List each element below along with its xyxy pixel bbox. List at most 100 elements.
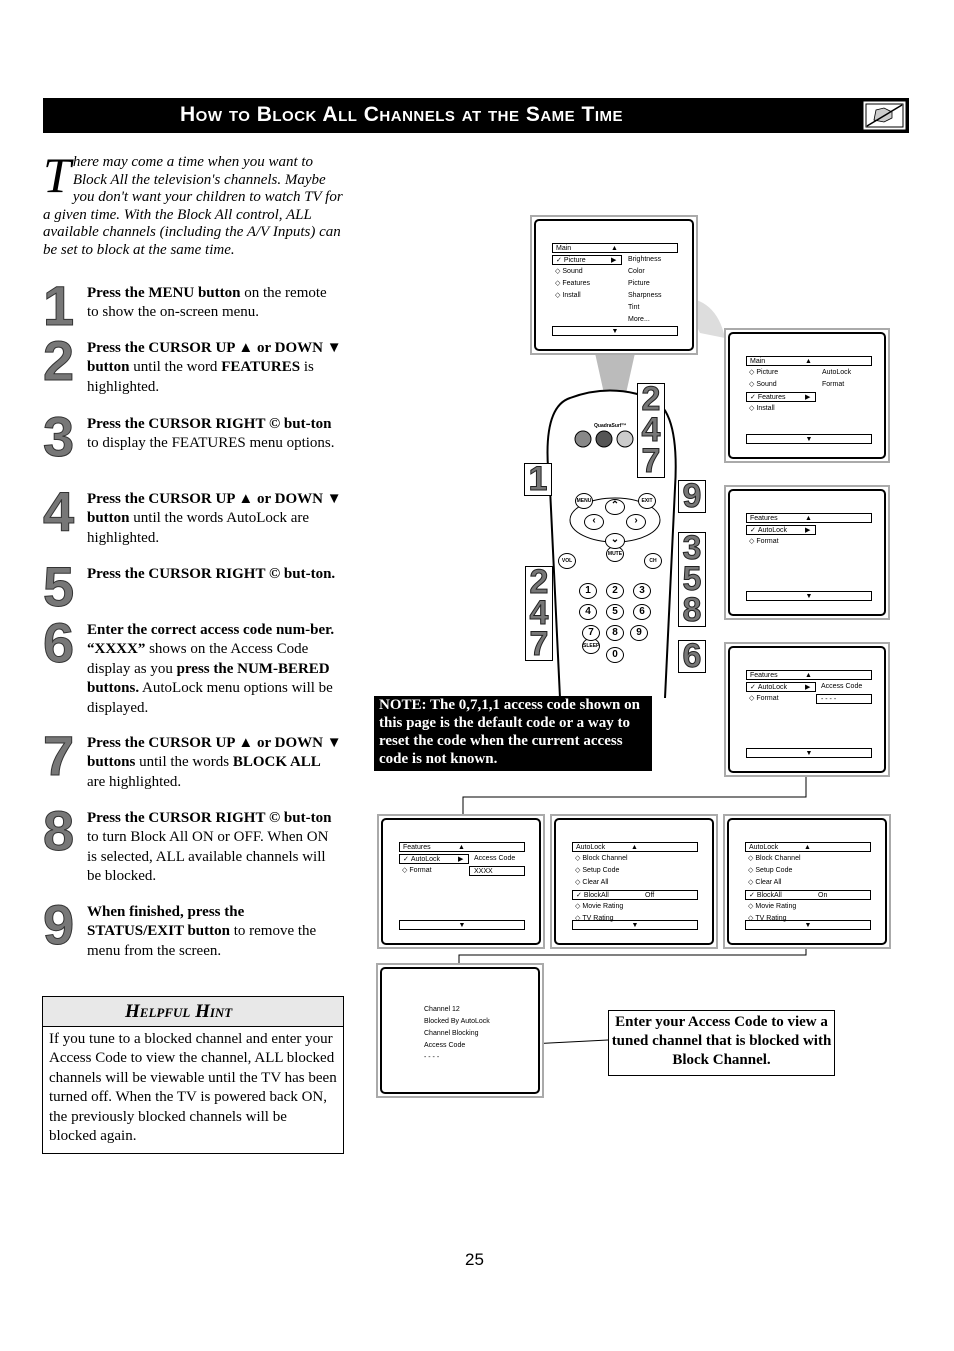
menu-item[interactable]: ◇ Setup Code: [745, 866, 818, 876]
menu-item[interactable]: ◇ Clear All: [745, 878, 818, 888]
menu-item[interactable]: ◇ Picture: [746, 368, 819, 378]
menu-footer: ▼: [572, 920, 698, 930]
hint-title: Helpful Hint: [43, 997, 343, 1027]
menu-header: Features ▲: [746, 670, 872, 680]
menu-item[interactable]: ◇ Setup Code: [572, 866, 645, 876]
menu-item[interactable]: ✓ Features ▶: [746, 392, 816, 402]
menu-item-label: Clear All: [582, 879, 609, 886]
remote-button-9[interactable]: 9: [630, 625, 648, 641]
manual-page: How to Block All Channels at the Same Ti…: [0, 0, 954, 1351]
menu-item-label: Picture: [563, 257, 586, 264]
menu-item[interactable]: ◇ Install: [746, 404, 819, 414]
tv-screen: AutoLock ▲ ◇ Block Channel ◇ Setup Code ◇ Clear…: [723, 814, 891, 949]
no-hand-icon: [862, 100, 907, 131]
check-icon: ✓: [750, 394, 756, 401]
menu-item-label: Install: [756, 405, 775, 412]
menu-header: Features ▲: [399, 842, 525, 852]
step-plain-text: are highlighted.: [87, 773, 182, 790]
diamond-icon: ◇: [749, 381, 755, 388]
menu-item-label: Format: [409, 867, 432, 874]
remote-button-1[interactable]: 1: [579, 583, 597, 599]
step-bold-text: FEATURES: [221, 359, 301, 376]
menu-item-label: Block Channel: [755, 855, 801, 862]
step-number: 6: [42, 611, 75, 674]
step-number: 5: [42, 555, 75, 618]
menu-item[interactable]: ◇ Movie Rating: [572, 902, 645, 912]
menu-item[interactable]: ◇ Block Channel: [572, 854, 645, 864]
menu-item[interactable]: ◇ Features: [552, 279, 625, 289]
menu-item[interactable]: ◇ Block Channel: [745, 854, 818, 864]
cursor-left-button[interactable]: ‹: [584, 514, 604, 530]
cursor-right-button[interactable]: ›: [626, 514, 646, 530]
remote-button-0[interactable]: 0: [606, 647, 624, 663]
menu-item[interactable]: ◇ Format: [746, 694, 819, 704]
menu-item[interactable]: ✓ BlockAll On: [745, 890, 871, 900]
step-number: 9: [42, 893, 75, 956]
menu-item[interactable]: ✓ AutoLock ▶: [399, 854, 469, 864]
step-text: Press the CURSOR UP ▲ or DOWN ▼ button u…: [87, 490, 342, 548]
menu-footer: ▼: [746, 434, 872, 444]
menu-item[interactable]: ◇ Sound: [746, 380, 819, 390]
remote-button-vol[interactable]: VOL: [558, 553, 576, 569]
remote-button-6[interactable]: 6: [633, 604, 651, 620]
menu-item[interactable]: ◇ Sound: [552, 267, 625, 277]
menu-item-label: Clear All: [755, 879, 782, 886]
cursor-down-button[interactable]: ⌄: [605, 533, 625, 549]
helpful-hint-box: Helpful Hint If you tune to a blocked ch…: [42, 996, 344, 1154]
step-bold-text: Press the CURSOR RIGHT © but-ton: [87, 416, 332, 432]
overlay-line: Channel Blocking: [424, 1030, 479, 1037]
page-title: How to Block All Channels at the Same Ti…: [180, 103, 623, 126]
note-box: NOTE: The 0,7,1,1 access code shown on t…: [374, 696, 652, 771]
right-arrow-icon: ▶: [805, 527, 811, 534]
remote-button-menu[interactable]: MENU: [575, 493, 593, 509]
callout-number: 358: [678, 531, 706, 628]
up-arrow-icon: ▲: [611, 245, 618, 252]
menu-header-label: Main: [556, 245, 572, 252]
down-arrow-icon: ▼: [611, 328, 619, 335]
step-text: When finished, press the STATUS/EXIT but…: [87, 903, 342, 961]
menu-item-label: BlockAll: [756, 892, 782, 899]
remote-button-exit[interactable]: EXIT: [638, 493, 656, 509]
menu-item[interactable]: ✓ AutoLock ▶: [746, 525, 816, 535]
menu-item-value: On: [818, 892, 828, 899]
access-code-callout: Enter your Access Code to view a tuned c…: [608, 1010, 835, 1076]
menu-item[interactable]: ◇ Format: [399, 866, 472, 876]
remote-button-2[interactable]: 2: [606, 583, 624, 599]
menu-item[interactable]: ◇ Install: [552, 291, 625, 301]
step-number: 8: [42, 799, 75, 862]
tv-screen: Channel 12 Blocked By AutoLock Channel Blo…: [376, 963, 544, 1098]
up-arrow-icon: ▲: [458, 844, 465, 851]
remote-button-3[interactable]: 3: [633, 583, 651, 599]
check-icon: ✓: [749, 892, 755, 899]
up-arrow-icon: ▲: [631, 844, 638, 851]
step-number: 7: [42, 724, 75, 787]
down-arrow-icon: ▼: [805, 436, 813, 443]
remote-button-5[interactable]: 5: [606, 604, 624, 620]
menu-item[interactable]: ✓ BlockAll Off: [572, 890, 698, 900]
up-arrow-icon: ▲: [804, 844, 811, 851]
submenu-option: Color: [628, 268, 645, 275]
menu-header: Features ▲: [746, 513, 872, 523]
remote-button-7[interactable]: 7: [582, 625, 600, 641]
remote-button-8[interactable]: 8: [606, 625, 624, 641]
callout-number: 247: [525, 565, 553, 662]
step-text: Press the CURSOR UP ▲ or DOWN ▼ buttons …: [87, 734, 342, 792]
remote-button-ch[interactable]: CH: [644, 553, 662, 569]
remote-button-4[interactable]: 4: [579, 604, 597, 620]
menu-header-label: Features: [750, 672, 778, 679]
diamond-icon: ◇: [575, 855, 581, 862]
down-arrow-icon: ▼: [804, 922, 812, 929]
menu-item[interactable]: ◇ Format: [746, 537, 819, 547]
cursor-up-button[interactable]: ⌃: [605, 499, 625, 515]
step-number: 1: [42, 274, 75, 337]
step-plain-text: until the word: [129, 359, 222, 376]
step-bold-text: When finished, press the STATUS/EXIT but…: [87, 904, 245, 940]
menu-item[interactable]: ◇ Clear All: [572, 878, 645, 888]
menu-header-label: AutoLock: [576, 844, 606, 851]
menu-item[interactable]: ✓ Picture ▶: [552, 255, 622, 265]
menu-item[interactable]: ◇ Movie Rating: [745, 902, 818, 912]
menu-footer: ▼: [746, 591, 872, 601]
menu-item[interactable]: ✓ AutoLock ▶: [746, 682, 816, 692]
up-arrow-icon: ▲: [805, 515, 812, 522]
step-number: 4: [42, 480, 75, 543]
